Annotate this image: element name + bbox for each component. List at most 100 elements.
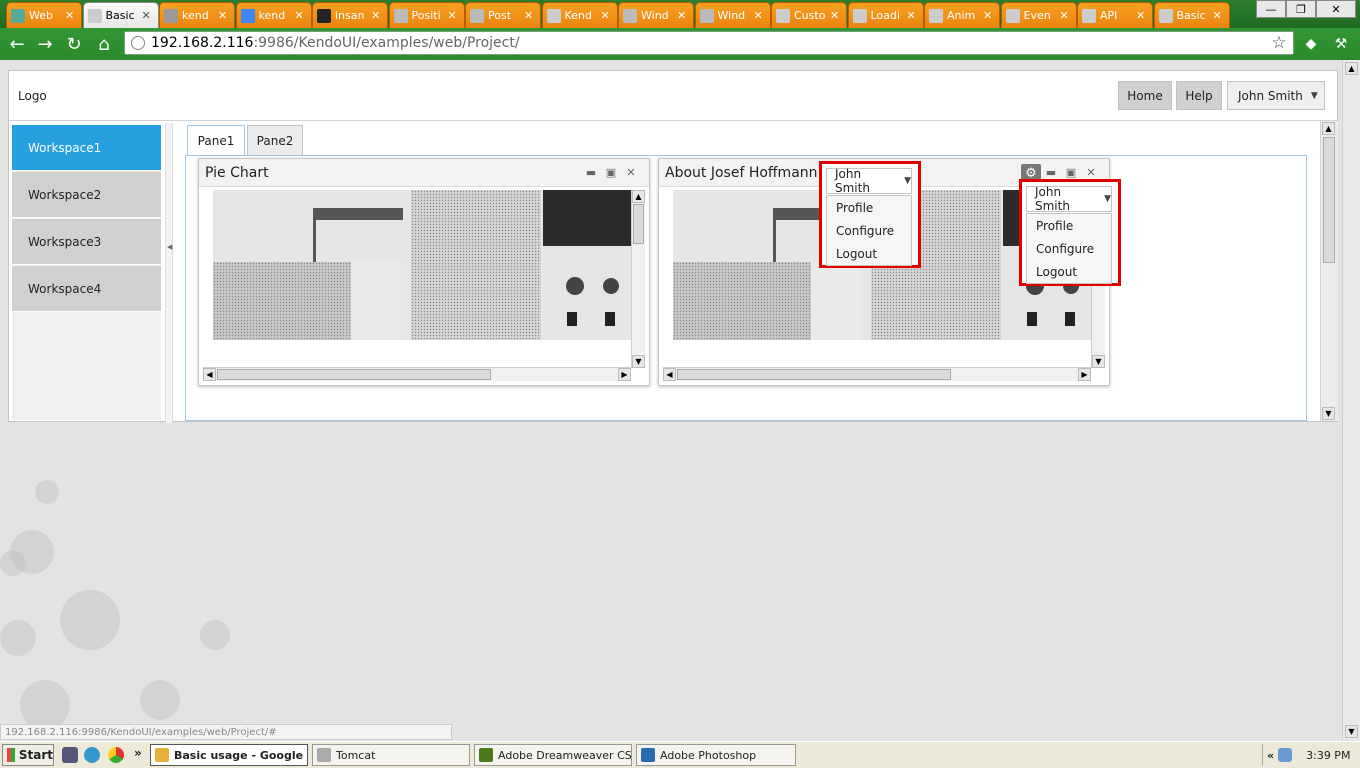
network-icon[interactable] [1278,748,1293,762]
browser-tab[interactable]: Loadi ✕ [847,2,924,28]
scroll-left-icon[interactable]: ◀ [203,368,216,381]
scroll-down-icon[interactable]: ▼ [1322,407,1335,420]
browser-tab[interactable]: Wind ✕ [618,2,694,28]
menu-item-configure[interactable]: Configure [1027,237,1111,260]
close-tab-icon[interactable]: ✕ [907,9,916,22]
show-desktop-icon[interactable] [62,747,78,763]
browser-tab[interactable]: API ✕ [1077,2,1153,28]
close-tab-icon[interactable]: ✕ [1213,9,1222,22]
close-tab-icon[interactable]: ✕ [142,9,151,22]
tab-pane2[interactable]: Pane2 [247,125,303,155]
browser-tab[interactable]: insan ✕ [312,2,388,28]
ie-icon[interactable] [84,747,100,763]
scroll-thumb[interactable] [677,369,951,380]
scroll-thumb[interactable] [1323,137,1335,263]
vertical-scrollbar[interactable]: ▲ ▼ [631,190,645,368]
scroll-thumb[interactable] [217,369,491,380]
maximize-icon[interactable]: ▣ [1065,166,1077,178]
horizontal-scrollbar[interactable]: ◀ ▶ [663,367,1091,381]
browser-tab[interactable]: Custo ✕ [771,2,847,28]
close-tab-icon[interactable]: ✕ [1060,9,1069,22]
reload-icon[interactable]: ↻ [63,33,85,55]
tab-pane1[interactable]: Pane1 [187,125,245,156]
browser-tab[interactable]: Basic ✕ [1153,2,1230,28]
sidebar-item-workspace3[interactable]: Workspace3 [12,219,161,265]
close-icon[interactable]: ✕ [625,166,637,178]
splitter-handle[interactable]: ◀ [165,123,173,423]
content-scrollbar[interactable]: ▲ ▼ [1320,121,1338,421]
sidebar-item-workspace2[interactable]: Workspace2 [12,172,161,218]
minimize-icon[interactable]: ▬ [585,166,597,178]
menu-item-configure[interactable]: Configure [827,219,911,242]
start-button[interactable]: Start [2,744,54,766]
sidebar-item-workspace4[interactable]: Workspace4 [12,266,161,312]
close-tab-icon[interactable]: ✕ [601,9,610,22]
star-icon[interactable]: ☆ [1268,32,1290,54]
extension-icon[interactable]: ◆ [1300,33,1322,55]
home-icon[interactable]: ⌂ [93,33,115,55]
maximize-icon[interactable]: ▣ [605,166,617,178]
scroll-down-icon[interactable]: ▼ [1345,725,1358,738]
close-tab-icon[interactable]: ✕ [677,9,686,22]
restore-window-button[interactable]: ❐ [1286,0,1316,18]
home-button[interactable]: Home [1118,81,1172,110]
close-tab-icon[interactable]: ✕ [371,9,380,22]
browser-tab[interactable]: Post ✕ [465,2,541,28]
browser-tab[interactable]: Basic ✕ [82,2,159,28]
close-tab-icon[interactable]: ✕ [524,9,533,22]
user-dropdown[interactable]: John Smith ▼ [1227,81,1325,110]
close-tab-icon[interactable]: ✕ [1136,9,1145,22]
user-menu-dropdown[interactable]: John Smith ▼ [1026,185,1112,213]
browser-tab[interactable]: Anim ✕ [924,2,1000,28]
scroll-up-icon[interactable]: ▲ [1345,62,1358,75]
browser-tab[interactable]: Even ✕ [1000,2,1077,28]
tray-chevron-icon[interactable]: « [1267,749,1274,762]
menu-item-logout[interactable]: Logout [1027,260,1111,283]
address-bar[interactable]: 192.168.2.116 :9986/KendoUI/examples/web… [124,31,1294,55]
scroll-up-icon[interactable]: ▲ [632,190,645,203]
menu-item-profile[interactable]: Profile [1027,214,1111,237]
user-menu-dropdown[interactable]: John Smith ▼ [826,167,912,195]
close-tab-icon[interactable]: ✕ [830,9,839,22]
browser-tab[interactable]: kend ✕ [159,2,235,28]
page-scrollbar[interactable]: ▲ ▼ [1342,60,1360,740]
more-chevron-icon[interactable]: » [134,746,142,760]
close-tab-icon[interactable]: ✕ [65,9,74,22]
minimize-icon[interactable]: ▬ [1045,166,1057,178]
collapse-arrow-icon[interactable]: ◀ [167,243,172,251]
browser-tab[interactable]: Web ✕ [6,2,82,28]
minimize-window-button[interactable]: — [1256,0,1286,18]
horizontal-scrollbar[interactable]: ◀ ▶ [203,367,631,381]
close-tab-icon[interactable]: ✕ [295,9,304,22]
taskbar-item[interactable]: Tomcat [312,744,470,766]
menu-item-logout[interactable]: Logout [827,242,911,265]
scroll-left-icon[interactable]: ◀ [663,368,676,381]
scroll-up-icon[interactable]: ▲ [1322,122,1335,135]
taskbar-item[interactable]: Adobe Photoshop [636,744,796,766]
forward-arrow-icon[interactable]: → [34,33,56,55]
scroll-right-icon[interactable]: ▶ [1078,368,1091,381]
wrench-icon[interactable]: ⚒ [1330,33,1352,55]
browser-tab[interactable]: kend ✕ [235,2,312,28]
close-tab-icon[interactable]: ✕ [983,9,992,22]
back-arrow-icon[interactable]: ← [6,33,28,55]
chrome-icon[interactable] [108,747,124,763]
close-tab-icon[interactable]: ✕ [448,9,457,22]
browser-tab[interactable]: Wind ✕ [694,2,771,28]
help-button[interactable]: Help [1176,81,1222,110]
taskbar-item[interactable]: Basic usage - Google ... [150,744,308,766]
scroll-down-icon[interactable]: ▼ [632,355,645,368]
browser-tab[interactable]: Positi ✕ [388,2,465,28]
close-tab-icon[interactable]: ✕ [754,9,763,22]
close-window-button[interactable]: ✕ [1316,0,1356,18]
sidebar-item-workspace1[interactable]: Workspace1 [12,125,161,171]
close-tab-icon[interactable]: ✕ [218,9,227,22]
scroll-right-icon[interactable]: ▶ [618,368,631,381]
taskbar-item[interactable]: Adobe Dreamweaver CS... [474,744,632,766]
menu-item-profile[interactable]: Profile [827,196,911,219]
browser-tab[interactable]: Kend ✕ [541,2,618,28]
scroll-thumb[interactable] [633,204,644,244]
close-icon[interactable]: ✕ [1085,166,1097,178]
window-titlebar[interactable]: Pie Chart [199,159,649,187]
scroll-down-icon[interactable]: ▼ [1092,355,1105,368]
